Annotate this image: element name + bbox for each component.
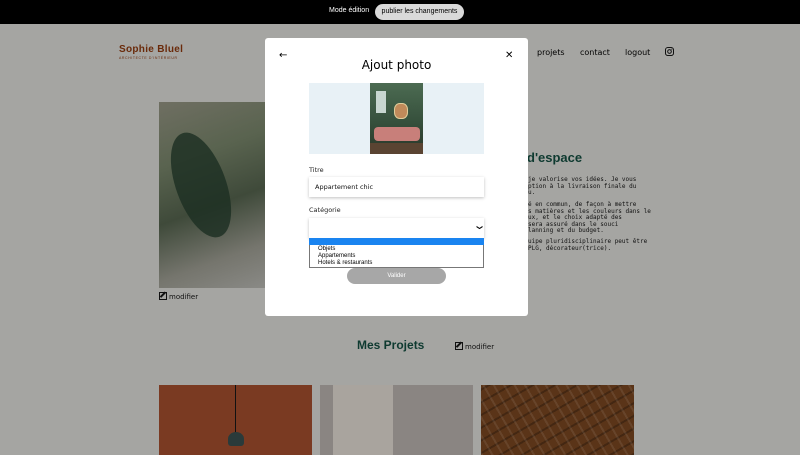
- about-title: d'espace: [527, 150, 583, 165]
- title-label: Titre: [309, 166, 324, 174]
- hero-modify-link[interactable]: modifier: [159, 292, 198, 301]
- preview-artwork: [394, 103, 408, 119]
- category-label: Catégorie: [309, 206, 341, 214]
- chevron-down-icon: ❯: [476, 224, 484, 231]
- photo-preview-image: [370, 83, 423, 154]
- about-line: PLG, décorateur(trice).: [528, 244, 612, 252]
- validate-button[interactable]: Valider: [347, 268, 446, 284]
- publish-changes-button[interactable]: publier les changements: [375, 4, 464, 20]
- nav-projets[interactable]: projets: [537, 48, 565, 57]
- title-input[interactable]: [309, 177, 484, 197]
- hero-modify-label: modifier: [169, 293, 199, 301]
- project-thumbnail-detail: [333, 385, 393, 455]
- modal-title: Ajout photo: [361, 58, 432, 72]
- about-line: lanning et du budget.: [528, 227, 604, 235]
- about-line: u.: [528, 189, 536, 197]
- about-paragraph-2: é en commun, de façon à mettre s matières…: [528, 201, 651, 235]
- about-paragraph-3: uipe pluridisciplinaire peut être PLG, dé…: [528, 238, 647, 252]
- logo[interactable]: Sophie Bluel: [119, 44, 183, 55]
- edit-mode-bar: Mode édition publier les changements: [0, 0, 800, 24]
- category-option-hotels[interactable]: Hotels & restaurants: [318, 260, 372, 266]
- about-paragraph-1: je valorise vos idées. Je vous ption à la…: [528, 176, 637, 197]
- logo-subtitle: ARCHITECTE D'INTÉRIEUR: [119, 56, 178, 60]
- project-lamp-cord: [235, 385, 236, 435]
- project-lamp-shade: [228, 432, 244, 446]
- projects-modify-link[interactable]: modifier: [455, 342, 494, 351]
- category-select[interactable]: [309, 218, 484, 238]
- projects-title: Mes Projets: [357, 338, 425, 352]
- category-option-appartements[interactable]: Appartements: [318, 253, 355, 259]
- category-option-objets[interactable]: Objets: [318, 246, 335, 252]
- preview-sofa: [374, 127, 420, 141]
- projects-modify-label: modifier: [465, 343, 495, 351]
- instagram-icon[interactable]: [665, 47, 674, 56]
- edit-icon: [455, 342, 463, 350]
- about-line: ption à la livraison finale du: [528, 182, 637, 190]
- category-option-empty[interactable]: [309, 238, 484, 245]
- project-thumbnail: [481, 385, 634, 455]
- nav-contact[interactable]: contact: [580, 48, 610, 57]
- nav-logout[interactable]: logout: [625, 48, 650, 57]
- edit-icon: [159, 292, 167, 300]
- preview-window: [376, 91, 386, 113]
- edit-mode-label: Mode édition: [329, 7, 370, 14]
- preview-floor: [370, 143, 423, 154]
